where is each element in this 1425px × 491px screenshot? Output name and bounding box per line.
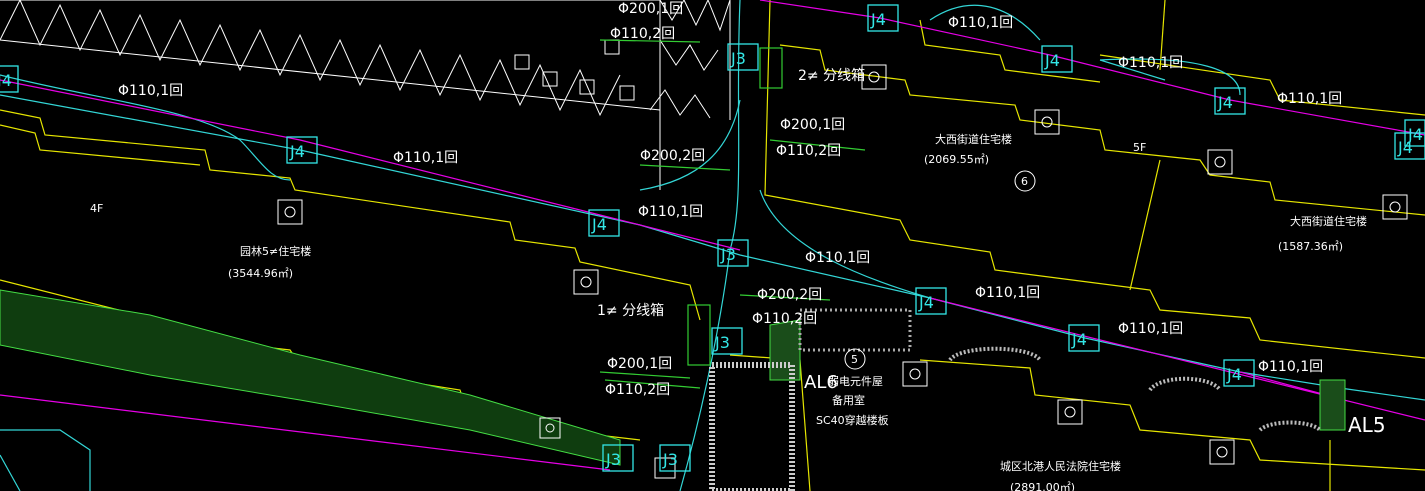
svg-text:园林5≠住宅楼: 园林5≠住宅楼 [240,244,311,258]
building-outlines [0,0,1425,491]
svg-text:SC40穿越楼板: SC40穿越楼板 [816,413,889,427]
building-label-1: 大西街道住宅楼 (2069.55㎡) 5F 6 [924,132,1146,192]
cable-label: Φ110,2回 [752,311,817,327]
manhole [573,269,599,295]
cable-label: Φ200,2回 [640,148,705,164]
svg-text:J4: J4 [591,215,607,234]
svg-text:(2891.00㎡): (2891.00㎡) [1010,481,1075,491]
svg-text:J4: J4 [1071,330,1087,349]
junction-j3-2: J3 [717,239,749,267]
cable-label: Φ110,1回 [118,83,183,99]
cad-plan: J4 J4 J4 J4 J4 J4 J4 J4 J4 J4 J4 J3 [0,0,1425,491]
svg-text:J4: J4 [918,293,934,312]
svg-text:城区北港人民法院住宅楼: 城区北港人民法院住宅楼 [1000,459,1121,473]
cable-label: Φ110,1回 [638,204,703,220]
cable-label: Φ110,2回 [610,26,675,42]
svg-text:J3: J3 [605,450,621,469]
manhole [277,199,303,225]
cable-label: Φ110,1回 [805,250,870,266]
cable-label: Φ200,1回 [780,117,845,133]
svg-text:J4: J4 [1407,125,1423,144]
manhole [1057,399,1083,425]
cable-label: Φ110,1回 [1258,359,1323,375]
svg-text:J4: J4 [1217,93,1233,112]
svg-text:5F: 5F [1133,141,1146,154]
svg-text:(1587.36㎡): (1587.36㎡) [1278,240,1343,253]
building-label-2: 大西街道住宅楼 (1587.36㎡) [1278,214,1367,253]
cable-label: Φ200,2回 [757,287,822,303]
manhole [1207,149,1233,175]
svg-text:备用室: 备用室 [832,393,865,407]
cable-label: Φ200,1回 [607,356,672,372]
svg-text:J4: J4 [1044,51,1060,70]
cable-label: Φ110,1回 [1277,91,1342,107]
svg-text:4F: 4F [90,202,103,215]
junction-j3-3: J3 [711,327,743,355]
manhole [1209,439,1235,465]
cable-label: Φ200,1回 [618,1,683,17]
al6-label: AL6 [804,372,838,393]
junction-j4-3: J4 [867,4,899,32]
cable-label: Φ110,1回 [1118,321,1183,337]
distribution-box-label-1: 1≠ 分线箱 [597,303,664,319]
svg-text:J4: J4 [1226,365,1242,384]
svg-text:(3544.96㎡): (3544.96㎡) [228,267,293,280]
junction-j4-11: J4 [1404,119,1425,147]
cable-label: Φ110,2回 [776,143,841,159]
cable-label: Φ110,1回 [948,15,1013,31]
cad-drawing-canvas: J4 J4 J4 J4 J4 J4 J4 J4 J4 J4 J4 J3 [0,0,1425,491]
cable-label: Φ110,2回 [605,382,670,398]
al5-label: AL5 [1348,413,1386,437]
svg-text:J4: J4 [289,142,305,161]
svg-text:J3: J3 [714,333,730,352]
svg-text:J3: J3 [730,49,746,68]
junction-j4-5: J4 [1214,87,1246,115]
svg-text:大西街道住宅楼: 大西街道住宅楼 [1290,214,1367,228]
cyan-cable-routes [0,0,1425,491]
svg-text:J4: J4 [0,71,12,90]
cable-label: Φ110,1回 [975,285,1040,301]
junction-j3-1: J3 [727,43,759,71]
distribution-box-label-2: 2≠ 分线箱 [798,68,865,84]
cable-label: Φ110,1回 [1118,55,1183,71]
svg-text:大西街道住宅楼: 大西街道住宅楼 [935,132,1012,146]
cable-label: Φ110,1回 [393,150,458,166]
svg-text:J3: J3 [720,245,736,264]
svg-text:J3: J3 [662,450,678,469]
svg-text:5: 5 [851,353,858,366]
manhole [902,361,928,387]
building-label-4: 城区北港人民法院住宅楼 (2891.00㎡) [1000,459,1121,491]
svg-text:(2069.55㎡): (2069.55㎡) [924,153,989,166]
junction-j3-5: J3 [659,444,691,472]
svg-text:6: 6 [1021,175,1028,188]
green-speckle-strip [0,289,1346,466]
manhole [1382,194,1408,220]
svg-text:J4: J4 [870,10,886,29]
